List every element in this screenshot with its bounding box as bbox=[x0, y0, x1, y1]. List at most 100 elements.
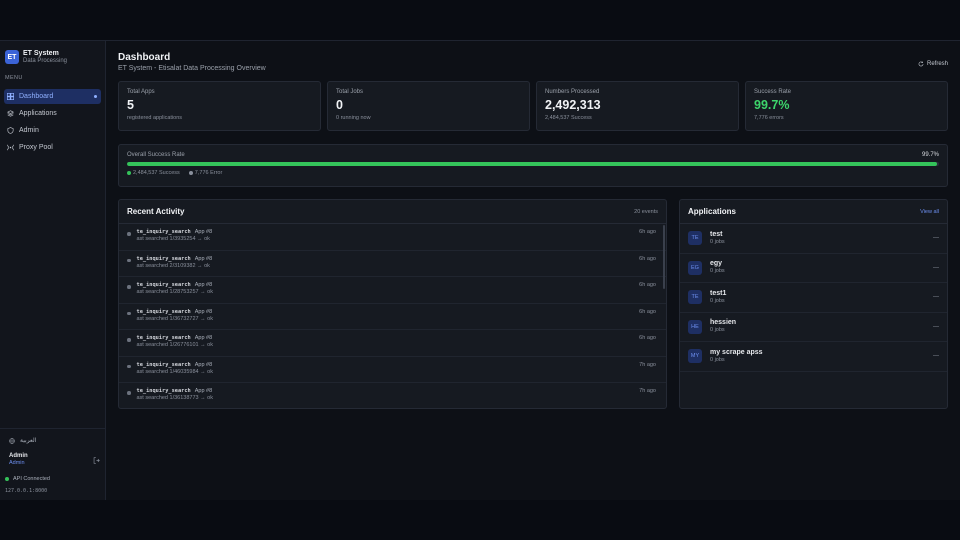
activity-time: 7h ago bbox=[639, 388, 656, 394]
app-name: egy bbox=[710, 260, 723, 268]
app-status: — bbox=[933, 353, 939, 360]
stat-value: 5 bbox=[127, 98, 134, 112]
activity-scrollbar[interactable] bbox=[663, 225, 665, 289]
application-row[interactable]: EG egy 0 jobs — bbox=[680, 254, 947, 283]
brand-subtitle: Data Processing bbox=[23, 57, 68, 64]
stat-value: 0 bbox=[336, 98, 343, 112]
refresh-button[interactable]: Refresh bbox=[918, 61, 948, 67]
activity-row: te_inquiry_search App #8 ast searched 2/31… bbox=[119, 251, 666, 277]
activity-detail: ast searched 1/46035984 → ok bbox=[136, 368, 213, 375]
stat-card-success-rate: Success Rate 99.7% 7,776 errors bbox=[745, 81, 948, 131]
page-header: Dashboard ET System - Etisalat Data Proc… bbox=[118, 52, 948, 73]
application-row[interactable]: TE test1 0 jobs — bbox=[680, 283, 947, 313]
sidebar-item-label: Admin bbox=[19, 127, 39, 134]
language-label: العربية bbox=[20, 438, 37, 444]
brand: ET ET System Data Processing bbox=[0, 41, 105, 67]
error-legend-label: 7,776 Error bbox=[194, 170, 223, 176]
app-status: — bbox=[933, 264, 939, 271]
applications-list: TE test 0 jobs — EG egy 0 jobs — TE test1 0 jobs — H… bbox=[680, 224, 947, 372]
shield-icon bbox=[7, 127, 14, 134]
success-rate-bar bbox=[127, 162, 939, 166]
sidebar-item-label: Proxy Pool bbox=[19, 144, 53, 151]
error-dot-icon bbox=[188, 171, 193, 175]
activity-dot-icon bbox=[127, 232, 131, 236]
activity-detail: ast searched 2/3109382 → ok bbox=[136, 262, 210, 269]
logout-button[interactable] bbox=[93, 451, 100, 469]
refresh-label: Refresh bbox=[926, 61, 948, 67]
stat-value: 99.7% bbox=[754, 98, 790, 112]
main-content: Dashboard ET System - Etisalat Data Proc… bbox=[106, 41, 960, 500]
language-switch[interactable]: العربية bbox=[5, 437, 100, 444]
status-dot-icon bbox=[5, 477, 9, 481]
sidebar-item-proxy-pool[interactable]: Proxy Pool bbox=[4, 140, 101, 155]
stat-label: Numbers Processed bbox=[545, 89, 600, 95]
app-jobs: 0 jobs bbox=[710, 297, 725, 304]
application-row[interactable]: HE hessien 0 jobs — bbox=[680, 313, 947, 342]
view-all-link[interactable]: View all bbox=[920, 209, 939, 215]
stat-sub: 2,484,537 Success bbox=[545, 115, 592, 121]
app-jobs: 0 jobs bbox=[710, 268, 725, 275]
layers-icon bbox=[7, 110, 14, 117]
success-rate-percent: 99.7% bbox=[921, 152, 939, 158]
activity-dot-icon bbox=[127, 258, 131, 262]
activity-detail: ast searched 1/28753257 → ok bbox=[136, 289, 213, 295]
app-name: test1 bbox=[710, 289, 727, 297]
logout-icon bbox=[93, 457, 100, 464]
app-status: — bbox=[933, 323, 939, 330]
activity-row: te_inquiry_search App #8 ast searched 1/36… bbox=[119, 304, 666, 330]
brand-logo: ET bbox=[5, 50, 19, 64]
stat-card-numbers-processed: Numbers Processed 2,492,313 2,484,537 Su… bbox=[536, 81, 739, 131]
activity-time: 6h ago bbox=[639, 282, 656, 288]
success-rate-label: Overall Success Rate bbox=[127, 152, 185, 158]
recent-activity-panel: Recent Activity 20 events te_inquiry_sea… bbox=[118, 199, 667, 409]
activity-row: te_inquiry_search App #8 ast searched 1/26… bbox=[119, 330, 666, 357]
api-status-label: API Connected bbox=[13, 476, 50, 482]
success-rate-card: Overall Success Rate 99.7% 2,484,537 Suc… bbox=[118, 144, 948, 187]
app-window: ET ET System Data Processing MENU Dashbo… bbox=[0, 40, 960, 500]
stat-label: Success Rate bbox=[754, 89, 792, 95]
app-name: my scrape apss bbox=[710, 348, 763, 356]
api-host: 127.0.0.1:8000 bbox=[5, 488, 48, 494]
stat-sub: 7,776 errors bbox=[754, 115, 784, 121]
sidebar-item-applications[interactable]: Applications bbox=[4, 106, 101, 121]
activity-event-name: te_inquiry_search bbox=[136, 229, 191, 235]
active-indicator bbox=[94, 95, 97, 98]
app-avatar: MY bbox=[688, 349, 702, 364]
bottom-panels: Recent Activity 20 events te_inquiry_sea… bbox=[118, 199, 948, 409]
app-avatar: TE bbox=[688, 231, 702, 246]
activity-event-name: te_inquiry_search bbox=[136, 388, 191, 394]
activity-time: 6h ago bbox=[639, 335, 656, 341]
sidebar-item-admin[interactable]: Admin bbox=[4, 123, 101, 138]
user-role: Admin bbox=[9, 460, 25, 466]
sidebar: ET ET System Data Processing MENU Dashbo… bbox=[0, 41, 106, 500]
activity-list: te_inquiry_search App #8 ast searched 1/39… bbox=[119, 224, 666, 408]
application-row[interactable]: MY my scrape apss 0 jobs — bbox=[680, 342, 947, 372]
sidebar-item-dashboard[interactable]: Dashboard bbox=[4, 89, 101, 104]
activity-app: App #8 bbox=[194, 255, 213, 262]
activity-dot-icon bbox=[127, 285, 131, 289]
app-status: — bbox=[933, 235, 939, 242]
activity-app: App #8 bbox=[194, 361, 213, 368]
activity-dot-icon bbox=[127, 391, 131, 395]
user-name: Admin bbox=[9, 453, 28, 459]
activity-detail: ast searched 1/3935254 → ok bbox=[136, 236, 210, 242]
globe-icon bbox=[9, 437, 15, 444]
applications-title: Applications bbox=[688, 207, 737, 216]
activity-detail: ast searched 1/26776101 → ok bbox=[136, 342, 213, 348]
stat-label: Total Jobs bbox=[336, 89, 364, 95]
activity-app: App #8 bbox=[194, 388, 213, 394]
activity-time: 6h ago bbox=[639, 255, 656, 262]
activity-app: App #8 bbox=[194, 282, 213, 288]
activity-time: 6h ago bbox=[639, 229, 656, 235]
application-row[interactable]: TE test 0 jobs — bbox=[680, 224, 947, 254]
app-jobs: 0 jobs bbox=[710, 327, 725, 334]
activity-app: App #8 bbox=[194, 308, 213, 315]
sidebar-footer: العربية Admin Admin API Connected 127.0.… bbox=[0, 428, 105, 500]
success-rate-legend: 2,484,537 Success 7,776 Error bbox=[127, 170, 939, 176]
activity-row: te_inquiry_search App #8 ast searched 1/36… bbox=[119, 383, 666, 408]
activity-event-name: te_inquiry_search bbox=[136, 308, 191, 315]
activity-event-name: te_inquiry_search bbox=[136, 255, 191, 262]
stat-sub: registered applications bbox=[127, 115, 183, 121]
activity-event-name: te_inquiry_search bbox=[136, 335, 191, 341]
events-count: 20 events bbox=[634, 208, 658, 215]
